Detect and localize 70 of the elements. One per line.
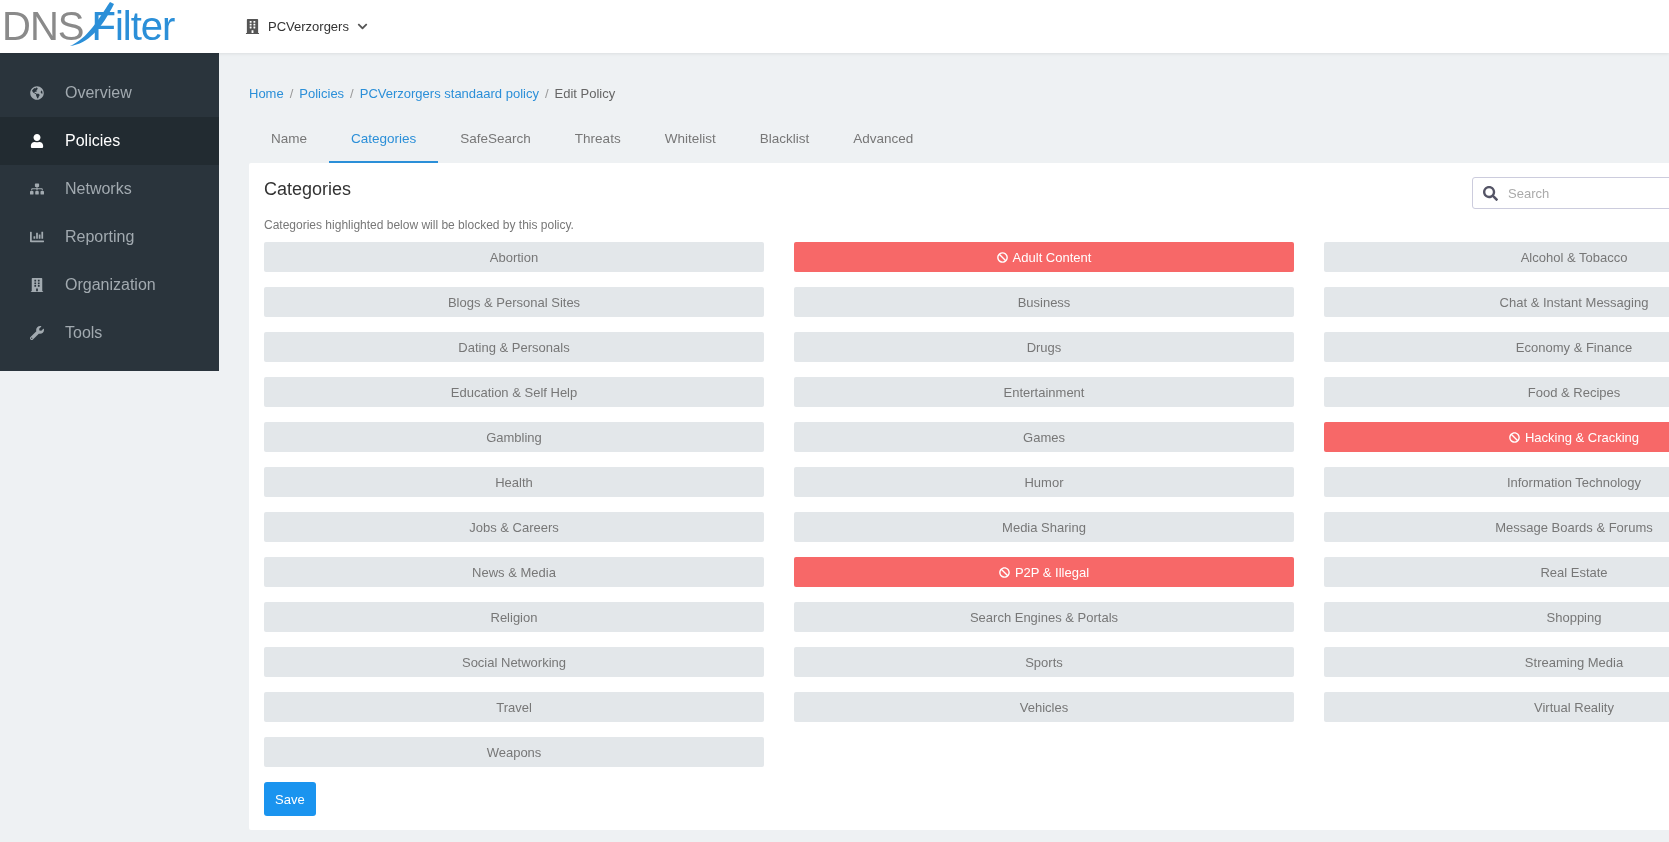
tab[interactable]: Advanced <box>831 115 936 163</box>
save-button[interactable]: Save <box>264 782 316 816</box>
category-button[interactable]: Media Sharing <box>794 512 1294 542</box>
breadcrumb-link[interactable]: PCVerzorgers standaard policy <box>359 85 539 101</box>
category-button[interactable]: Travel <box>264 692 764 722</box>
sidebar-item[interactable]: Reporting <box>0 213 219 261</box>
category-button[interactable]: Sports <box>794 647 1294 677</box>
breadcrumb-link[interactable]: Policies <box>299 85 345 101</box>
chevron-down-icon <box>356 21 368 32</box>
category-button[interactable]: Virtual Reality <box>1324 692 1669 722</box>
breadcrumb-current: Edit Policy <box>554 85 616 101</box>
tab[interactable]: Name <box>249 115 329 163</box>
category-button[interactable]: Weapons <box>264 737 764 767</box>
card-title: Categories <box>264 178 352 200</box>
organization-selector[interactable]: PCVerzorgers <box>245 19 368 34</box>
category-button[interactable]: Alcohol & Tobacco <box>1324 242 1669 272</box>
user-icon <box>30 134 44 148</box>
globe-icon <box>30 86 44 100</box>
category-button[interactable]: Hacking & Cracking <box>1324 422 1669 452</box>
category-button[interactable]: Business <box>794 287 1294 317</box>
building-icon <box>245 19 260 34</box>
category-button[interactable]: Gambling <box>264 422 764 452</box>
sidebar-item[interactable]: Overview <box>0 69 219 117</box>
category-button[interactable]: Chat & Instant Messaging <box>1324 287 1669 317</box>
breadcrumb-link[interactable]: Home <box>249 85 284 101</box>
category-button[interactable]: Food & Recipes <box>1324 377 1669 407</box>
tab[interactable]: Threats <box>552 115 643 163</box>
category-button[interactable]: Information Technology <box>1324 467 1669 497</box>
sidebar-item[interactable]: Policies <box>0 117 219 165</box>
ban-icon <box>996 251 1008 263</box>
description: Categories highlighted below will be blocked by this policy. <box>264 218 575 232</box>
tab[interactable]: Whitelist <box>642 115 738 163</box>
sidebar-item[interactable]: Networks <box>0 165 219 213</box>
category-button[interactable]: Humor <box>794 467 1294 497</box>
category-button[interactable]: Dating & Personals <box>264 332 764 362</box>
sidebar-item[interactable]: Tools <box>0 309 219 357</box>
breadcrumb-separator: / <box>289 85 294 101</box>
breadcrumb-separator: / <box>350 85 354 101</box>
category-button[interactable]: Message Boards & Forums <box>1324 512 1669 542</box>
category-button[interactable]: Streaming Media <box>1324 647 1669 677</box>
category-button[interactable]: Entertainment <box>794 377 1294 407</box>
category-button[interactable]: Education & Self Help <box>264 377 764 407</box>
ban-icon <box>998 566 1010 578</box>
category-button[interactable]: News & Media <box>264 557 764 587</box>
category-button[interactable]: Health <box>264 467 764 497</box>
tab[interactable]: SafeSearch <box>438 115 553 163</box>
category-button[interactable]: Blogs & Personal Sites <box>264 287 764 317</box>
category-button[interactable]: Games <box>794 422 1294 452</box>
sidebar-item[interactable]: Organization <box>0 261 219 309</box>
category-button[interactable]: Abortion <box>264 242 764 272</box>
tab[interactable]: Blacklist <box>737 115 832 163</box>
sitemap-icon <box>30 182 44 196</box>
category-button[interactable]: Vehicles <box>794 692 1294 722</box>
category-button[interactable]: Social Networking <box>264 647 764 677</box>
search-field[interactable]: Search <box>1472 177 1669 209</box>
building-icon <box>30 278 44 292</box>
category-button[interactable]: Economy & Finance <box>1324 332 1669 362</box>
category-button[interactable]: Jobs & Careers <box>264 512 764 542</box>
category-button[interactable]: P2P & Illegal <box>794 557 1294 587</box>
category-button[interactable]: Shopping <box>1324 602 1669 632</box>
bar-chart-icon <box>30 230 44 244</box>
breadcrumb-separator: / <box>544 85 549 101</box>
wrench-icon <box>30 326 44 340</box>
category-button[interactable]: Drugs <box>794 332 1294 362</box>
category-button[interactable]: Religion <box>264 602 764 632</box>
category-button[interactable]: Search Engines & Portals <box>794 602 1294 632</box>
search-icon <box>1483 185 1498 201</box>
ban-icon <box>1508 431 1520 443</box>
category-button[interactable]: Real Estate <box>1324 557 1669 587</box>
category-button[interactable]: Adult Content <box>794 242 1294 272</box>
